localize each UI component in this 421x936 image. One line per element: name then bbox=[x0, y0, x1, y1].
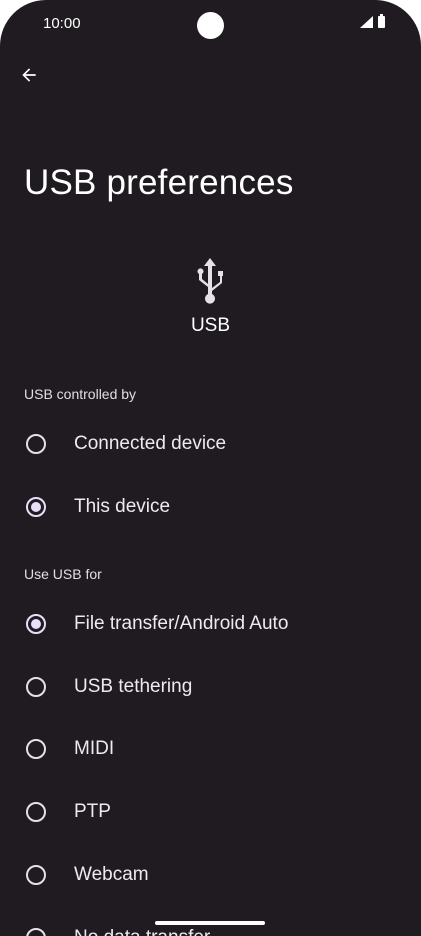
option-label: No data transfer bbox=[74, 927, 210, 936]
status-bar: 10:00 bbox=[0, 0, 421, 48]
option-label: This device bbox=[74, 496, 171, 517]
radio-button[interactable] bbox=[26, 677, 46, 697]
back-button[interactable] bbox=[10, 56, 48, 94]
radio-button[interactable] bbox=[26, 802, 46, 822]
option-label: USB tethering bbox=[74, 676, 193, 697]
signal-icon bbox=[360, 16, 373, 28]
radio-button[interactable] bbox=[26, 928, 46, 936]
section-header-use-usb-for: Use USB for bbox=[24, 566, 102, 582]
option-midi[interactable]: MIDI bbox=[0, 721, 421, 777]
gesture-nav-handle[interactable] bbox=[155, 921, 265, 925]
phone-screen: 10:00 USB preferences USB USB controlled… bbox=[0, 0, 421, 936]
usb-label: USB bbox=[190, 315, 231, 336]
option-label: Webcam bbox=[74, 864, 149, 885]
option-label: Connected device bbox=[74, 433, 227, 454]
arrow-back-icon bbox=[22, 68, 36, 82]
option-connected-device[interactable]: Connected device bbox=[0, 416, 421, 472]
option-usb-tethering[interactable]: USB tethering bbox=[0, 659, 421, 715]
option-label: File transfer/Android Auto bbox=[74, 613, 289, 634]
radio-button[interactable] bbox=[26, 434, 46, 454]
option-file-transfer[interactable]: File transfer/Android Auto bbox=[0, 596, 421, 652]
option-webcam[interactable]: Webcam bbox=[0, 847, 421, 903]
radio-button[interactable] bbox=[26, 739, 46, 759]
radio-button-selected[interactable] bbox=[26, 614, 46, 634]
status-time: 10:00 bbox=[43, 15, 81, 32]
option-ptp[interactable]: PTP bbox=[0, 784, 421, 840]
usb-icon bbox=[197, 258, 223, 304]
page-title: USB preferences bbox=[24, 163, 294, 202]
camera-cutout bbox=[197, 12, 224, 39]
radio-button-selected[interactable] bbox=[26, 497, 46, 517]
section-header-controlled-by: USB controlled by bbox=[24, 386, 137, 402]
radio-button[interactable] bbox=[26, 865, 46, 885]
option-label: PTP bbox=[74, 801, 111, 822]
battery-icon bbox=[378, 14, 385, 28]
system-icons bbox=[360, 14, 385, 28]
option-this-device[interactable]: This device bbox=[0, 479, 421, 535]
option-label: MIDI bbox=[74, 738, 115, 759]
